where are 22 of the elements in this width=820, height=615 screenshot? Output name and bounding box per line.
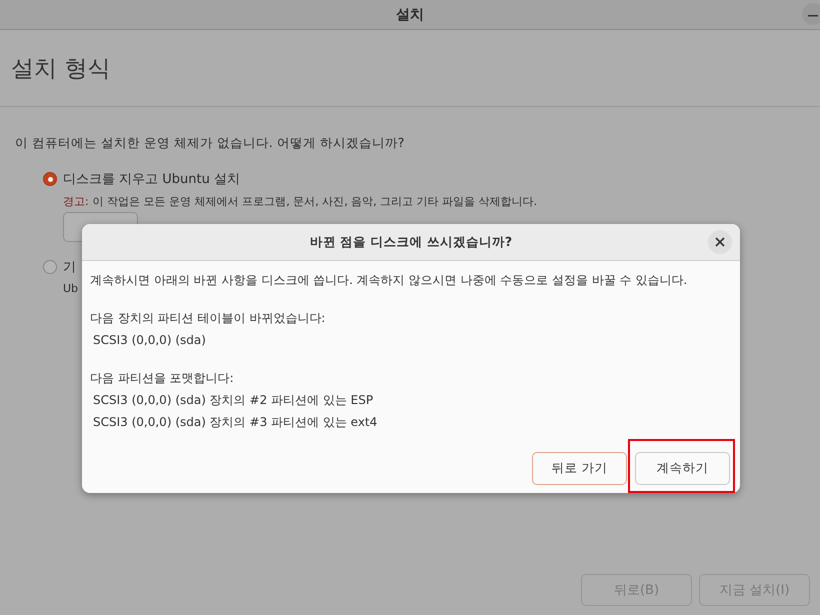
close-button[interactable] [708, 230, 732, 254]
page-heading: 설치 형식 [11, 54, 110, 84]
section-heading: 다음 파티션을 포맷합니다: [90, 370, 235, 387]
partition-item: SCSI3 (0,0,0) (sda) 장치의 #3 파티션에 있는 ext4 [93, 414, 378, 431]
option-label[interactable]: 기 [63, 258, 76, 276]
continue-button[interactable]: 계속하기 [635, 452, 730, 485]
dialog-title: 바뀐 점을 디스크에 쓰시겠습니까? [310, 234, 512, 250]
dialog-message: 계속하시면 아래의 바뀐 사항을 디스크에 씁니다. 계속하지 않으시면 나중에 수동으로 설정을 바꿀 수 있습니다. [90, 272, 688, 289]
warning-text: 이 작업은 모든 운영 체제에서 프로그램, 문서, 사진, 음악, 그리고 기타 파일을 삭제합니다. [92, 194, 538, 209]
radio-button[interactable] [43, 260, 57, 274]
option-label[interactable]: 디스크를 지우고 Ubuntu 설치 [63, 170, 240, 188]
radio-button[interactable] [43, 172, 57, 186]
option-description: Ub [63, 282, 80, 295]
section-heading: 다음 장치의 파티션 테이블이 바뀌었습니다: [90, 310, 326, 327]
close-icon [715, 237, 725, 247]
window-title: 설치 [396, 6, 424, 24]
partition-item: SCSI3 (0,0,0) (sda) [93, 332, 207, 349]
minimize-icon[interactable] [802, 3, 820, 25]
partition-item: SCSI3 (0,0,0) (sda) 장치의 #2 파티션에 있는 ESP [93, 392, 374, 409]
warning-label: 경고: [63, 194, 89, 209]
go-back-button[interactable]: 뒤로 가기 [532, 452, 627, 485]
question-text: 이 컴퓨터에는 설치한 운영 체제가 없습니다. 어떻게 하시겠습니까? [15, 135, 406, 152]
